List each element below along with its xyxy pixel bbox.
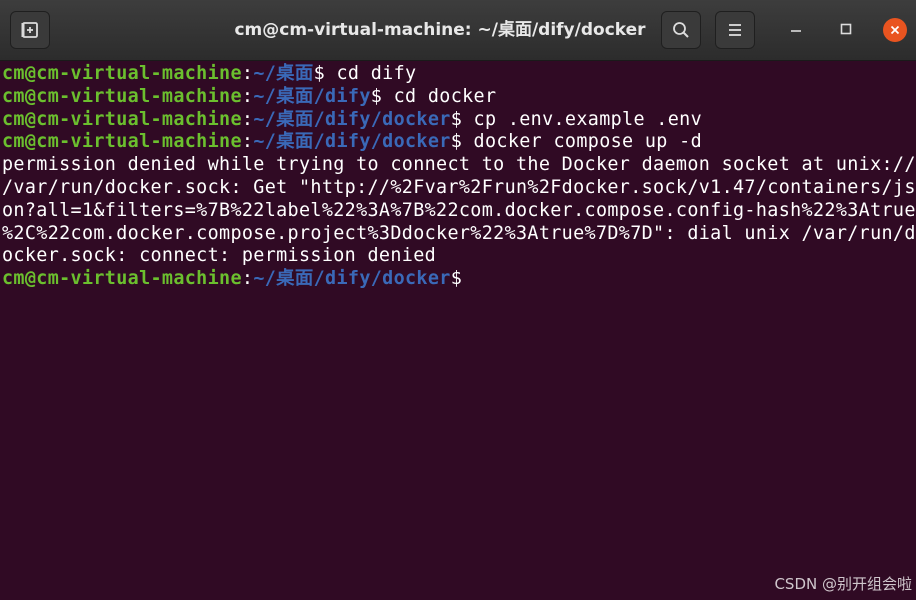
prompt-command: $ — [450, 268, 463, 290]
search-button[interactable] — [661, 11, 701, 49]
prompt-command: $ docker compose up -d — [450, 131, 702, 153]
close-button[interactable] — [883, 18, 907, 42]
minimize-button[interactable] — [784, 18, 808, 42]
close-icon — [883, 18, 907, 42]
output-line: permission denied while trying to connec… — [2, 154, 916, 176]
prompt-line: cm@cm-virtual-machine:~/桌面/dify$ cd dock… — [2, 86, 916, 109]
prompt-command: $ cd dify — [313, 63, 417, 84]
hamburger-menu-icon — [726, 22, 744, 38]
current-prompt-line: cm@cm-virtual-machine:~/桌面/dify/docker$ — [2, 268, 916, 291]
output-line: ocker.sock: connect: permission denied — [2, 245, 437, 267]
prompt-user: cm@cm-virtual-machine — [2, 63, 242, 84]
prompt-path: ~/桌面 — [253, 63, 314, 84]
prompt-path: ~/桌面/dify/docker — [253, 108, 451, 130]
output-line: /var/run/docker.sock: Get "http://%2Fvar… — [2, 176, 916, 198]
new-tab-icon — [20, 20, 40, 40]
terminal-output-area[interactable]: cm@cm-virtual-machine:~/桌面$ cd dify cm@c… — [0, 61, 916, 600]
prompt-user: cm@cm-virtual-machine — [2, 108, 242, 130]
prompt-command: $ cp .env.example .env — [450, 108, 702, 130]
terminal-window: cm@cm-virtual-machine: ~/桌面/dify/docker — [0, 0, 916, 600]
prompt-path: ~/桌面/dify — [253, 85, 371, 107]
prompt-separator: : — [241, 108, 254, 130]
title-bar[interactable]: cm@cm-virtual-machine: ~/桌面/dify/docker — [0, 0, 916, 61]
prompt-user: cm@cm-virtual-machine — [2, 85, 242, 107]
maximize-icon — [839, 21, 853, 40]
new-tab-button[interactable] — [10, 11, 50, 49]
prompt-separator: : — [241, 63, 254, 84]
prompt-separator: : — [241, 85, 254, 107]
search-icon — [671, 20, 691, 40]
output-line: %2C%22com.docker.compose.project%3Ddocke… — [2, 222, 916, 244]
prompt-path: ~/桌面/dify/docker — [253, 268, 451, 290]
prompt-separator: : — [241, 131, 254, 153]
prompt-line: cm@cm-virtual-machine:~/桌面/dify/docker$ … — [2, 131, 916, 154]
minimize-icon — [789, 21, 803, 40]
output-line: on?all=1&filters=%7B%22label%22%3A%7B%22… — [2, 199, 916, 221]
prompt-user: cm@cm-virtual-machine — [2, 268, 242, 290]
watermark: CSDN @别开组会啦 — [774, 575, 912, 593]
window-title: cm@cm-virtual-machine: ~/桌面/dify/docker — [234, 20, 646, 40]
prompt-user: cm@cm-virtual-machine — [2, 131, 242, 153]
prompt-line: cm@cm-virtual-machine:~/桌面/dify/docker$ … — [2, 109, 916, 132]
prompt-separator: : — [241, 268, 254, 290]
menu-button[interactable] — [715, 11, 755, 49]
prompt-command: $ cd docker — [370, 85, 497, 107]
prompt-line: cm@cm-virtual-machine:~/桌面$ cd dify — [2, 63, 916, 86]
prompt-path: ~/桌面/dify/docker — [253, 131, 451, 153]
maximize-button[interactable] — [834, 18, 858, 42]
